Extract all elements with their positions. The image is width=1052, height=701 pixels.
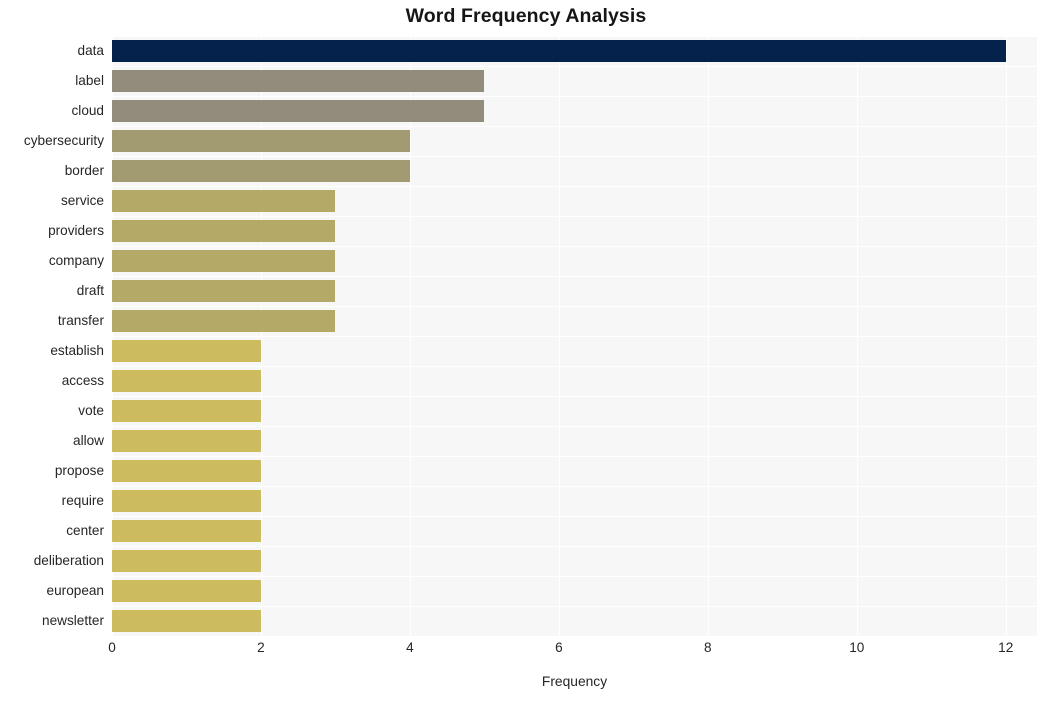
bar [112,160,410,182]
y-axis-tick-label: access [61,373,104,388]
y-axis-tick-label: company [48,253,104,268]
bar [112,370,261,392]
bar [112,550,261,572]
y-axis-tick-label: data [77,43,104,58]
y-axis-tick-label: service [60,193,104,208]
y-axis-tick-label: allow [73,433,104,448]
gridline-horizontal [112,636,1037,638]
y-axis-tick-label: newsletter [42,613,104,628]
bar [112,310,336,332]
bar [112,400,261,422]
bar [112,580,261,602]
x-axis-title: Frequency [541,674,608,689]
bar [112,40,1006,62]
x-axis-tick-label: 12 [998,640,1014,655]
x-axis-tick-label: 8 [704,640,712,655]
chart-title: Word Frequency Analysis [405,5,647,27]
y-axis-tick-labels: data label cloud cybersecurity border service… [0,36,104,636]
bar [112,190,336,212]
bar [112,490,261,512]
y-axis-tick-label: providers [48,223,104,238]
y-axis-tick-label: require [61,493,104,508]
y-axis-tick-label: establish [50,343,104,358]
x-axis-tick-label: 2 [257,640,265,655]
word-frequency-chart: Word Frequency Analysis data label cloud cy… [0,0,1052,701]
y-axis-tick-label: cybersecurity [23,133,104,148]
bar [112,610,261,632]
y-axis-tick-label: propose [54,463,104,478]
bar [112,520,261,542]
bars-layer [112,36,1037,636]
bar [112,460,261,482]
y-axis-tick-label: label [75,73,104,88]
x-axis-tick-label: 0 [108,640,116,655]
x-axis-tick-labels: 0 2 4 6 8 10 12 [108,640,1037,664]
bar [112,280,336,302]
plot-area [112,36,1037,638]
x-axis-tick-label: 6 [555,640,563,655]
bar [112,220,336,242]
x-axis-tick-label: 10 [849,640,865,655]
y-axis-tick-label: vote [78,403,104,418]
bar [112,130,410,152]
y-axis-tick-label: draft [76,283,104,298]
y-axis-tick-label: transfer [57,313,104,328]
y-axis-tick-label: center [66,523,104,538]
bar [112,100,485,122]
y-axis-tick-label: deliberation [33,553,104,568]
x-axis-tick-label: 4 [406,640,414,655]
y-axis-tick-label: cloud [71,103,105,118]
y-axis-tick-label: european [46,583,104,598]
bar [112,250,336,272]
bar [112,70,485,92]
bar [112,430,261,452]
y-axis-tick-label: border [64,163,104,178]
bar [112,340,261,362]
